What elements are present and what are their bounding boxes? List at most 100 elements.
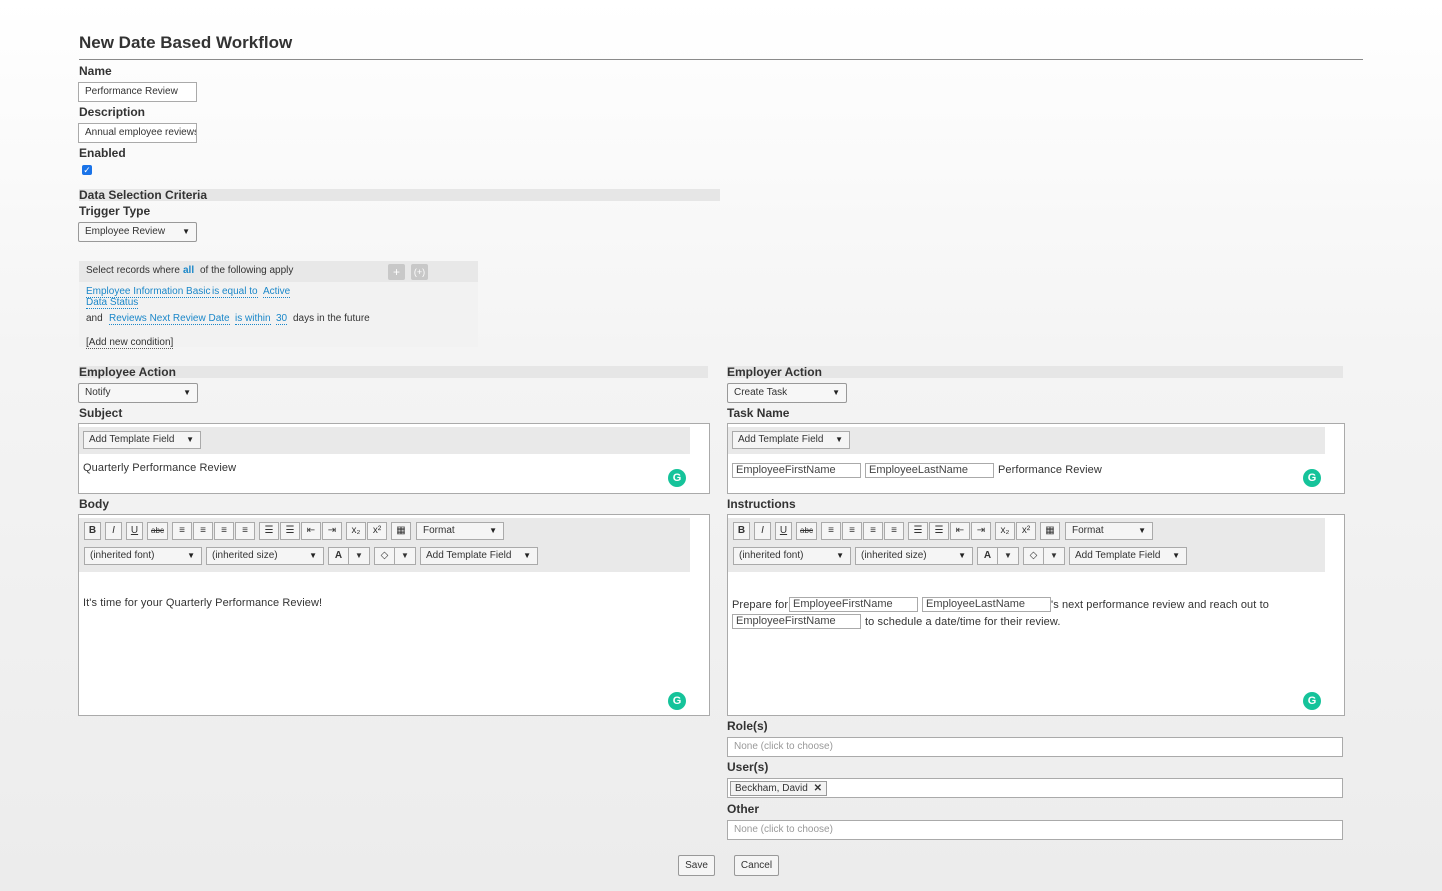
subject-add-template-field-select[interactable]: Add Template Field ▼ [83, 431, 201, 449]
highlight-color-icon[interactable]: ◇ [374, 547, 395, 565]
align-left-icon[interactable]: ≡ [172, 522, 192, 540]
outdent-icon[interactable]: ⇤ [950, 522, 970, 540]
font-family-select[interactable]: (inherited font) ▼ [84, 547, 202, 565]
employee-action-section-label: Employee Action [79, 366, 708, 378]
font-size-value: (inherited size) [212, 550, 278, 561]
remove-user-icon[interactable]: ✕ [814, 783, 822, 794]
instructions-editor[interactable]: B I U abc ≡ ≡ ≡ ≡ ☰ ☰ ⇤ ⇥ x₂ x² ▦ Format… [727, 514, 1345, 716]
bullet-list-icon[interactable]: ☰ [908, 522, 928, 540]
format-select[interactable]: Format ▼ [416, 522, 504, 540]
italic-button[interactable]: I [105, 522, 122, 540]
chevron-down-icon: ▼ [836, 551, 844, 560]
instructions-suffix[interactable]: to schedule a date/time for their review… [865, 616, 1060, 628]
underline-button[interactable]: U [775, 522, 792, 540]
instr-template-field-last-name[interactable]: EmployeeLastName [922, 597, 1051, 612]
outdent-icon[interactable]: ⇤ [301, 522, 321, 540]
strikethrough-button[interactable]: abc [796, 522, 817, 540]
task-template-field-last-name[interactable]: EmployeeLastName [865, 463, 994, 478]
bold-button[interactable]: B [84, 522, 101, 540]
subject-text[interactable]: Quarterly Performance Review [83, 462, 236, 474]
employee-action-select[interactable]: Notify ▼ [78, 383, 198, 403]
instructions-mid[interactable]: 's next performance review and reach out… [1051, 599, 1269, 611]
enabled-checkbox[interactable]: ✓ [82, 165, 92, 175]
cond2-field[interactable]: Reviews Next Review Date [109, 313, 230, 325]
numbered-list-icon[interactable]: ☰ [929, 522, 949, 540]
instructions-add-template-field-select[interactable]: Add Template Field ▼ [1069, 547, 1187, 565]
table-icon[interactable]: ▦ [1040, 522, 1060, 540]
users-label: User(s) [727, 760, 769, 774]
task-name-editor[interactable]: Add Template Field ▼ EmployeeFirstName E… [727, 423, 1345, 494]
superscript-icon[interactable]: x² [1016, 522, 1036, 540]
instr-template-field-first-name-2[interactable]: EmployeeFirstName [732, 614, 861, 629]
highlight-chevron-icon[interactable]: ▼ [394, 547, 416, 565]
body-add-template-field-select[interactable]: Add Template Field ▼ [420, 547, 538, 565]
subscript-icon[interactable]: x₂ [346, 522, 366, 540]
add-condition-icon[interactable]: + [388, 264, 405, 280]
justify-icon[interactable]: ≡ [884, 522, 904, 540]
cond2-operator[interactable]: is within [235, 313, 271, 325]
italic-button[interactable]: I [754, 522, 771, 540]
subject-toolbar: Add Template Field ▼ [79, 427, 690, 454]
superscript-icon[interactable]: x² [367, 522, 387, 540]
grammarly-icon[interactable]: G [1303, 692, 1321, 710]
cond1-operator[interactable]: is equal to [212, 286, 258, 298]
font-color-icon[interactable]: A [328, 547, 349, 565]
font-size-select[interactable]: (inherited size) ▼ [206, 547, 324, 565]
highlight-color-icon[interactable]: ◇ [1023, 547, 1044, 565]
grammarly-icon[interactable]: G [1303, 469, 1321, 487]
body-editor[interactable]: B I U abc ≡ ≡ ≡ ≡ ☰ ☰ ⇤ ⇥ x₂ x² ▦ Format… [78, 514, 710, 716]
roles-placeholder: None (click to choose) [734, 741, 833, 752]
trigger-type-select[interactable]: Employee Review ▼ [78, 222, 197, 242]
task-name-suffix[interactable]: Performance Review [998, 464, 1102, 476]
task-template-field-first-name[interactable]: EmployeeFirstName [732, 463, 861, 478]
employer-action-select[interactable]: Create Task ▼ [727, 383, 847, 403]
roles-picker[interactable]: None (click to choose) [727, 737, 1343, 757]
subject-editor[interactable]: Add Template Field ▼ Quarterly Performan… [78, 423, 710, 494]
add-group-icon[interactable]: (+) [411, 264, 428, 280]
cond1-field-line2[interactable]: Data Status [86, 297, 139, 309]
font-color-chevron-icon[interactable]: ▼ [348, 547, 370, 565]
cancel-button[interactable]: Cancel [734, 855, 779, 876]
enabled-label: Enabled [79, 146, 126, 160]
numbered-list-icon[interactable]: ☰ [280, 522, 300, 540]
other-picker[interactable]: None (click to choose) [727, 820, 1343, 840]
name-input[interactable]: Performance Review [78, 82, 197, 102]
highlight-chevron-icon[interactable]: ▼ [1043, 547, 1065, 565]
bold-button[interactable]: B [733, 522, 750, 540]
indent-icon[interactable]: ⇥ [322, 522, 342, 540]
align-right-icon[interactable]: ≡ [863, 522, 883, 540]
task-add-template-field-select[interactable]: Add Template Field ▼ [732, 431, 850, 449]
chevron-down-icon: ▼ [1138, 526, 1146, 535]
grammarly-icon[interactable]: G [668, 469, 686, 487]
format-select[interactable]: Format ▼ [1065, 522, 1153, 540]
body-text[interactable]: It's time for your Quarterly Performance… [83, 597, 322, 609]
bullet-list-icon[interactable]: ☰ [259, 522, 279, 540]
chevron-down-icon: ▼ [187, 551, 195, 560]
cond1-value[interactable]: Active [263, 286, 291, 298]
cond2-value[interactable]: 30 [276, 313, 288, 325]
instr-template-field-first-name[interactable]: EmployeeFirstName [789, 597, 918, 612]
criteria-all-link[interactable]: all [183, 265, 194, 276]
grammarly-icon[interactable]: G [668, 692, 686, 710]
align-right-icon[interactable]: ≡ [214, 522, 234, 540]
data-selection-section-label: Data Selection Criteria [79, 189, 720, 201]
justify-icon[interactable]: ≡ [235, 522, 255, 540]
align-center-icon[interactable]: ≡ [193, 522, 213, 540]
strikethrough-button[interactable]: abc [147, 522, 168, 540]
description-input[interactable]: Annual employee reviews [78, 123, 197, 143]
subscript-icon[interactable]: x₂ [995, 522, 1015, 540]
font-size-select[interactable]: (inherited size) ▼ [855, 547, 973, 565]
indent-icon[interactable]: ⇥ [971, 522, 991, 540]
table-icon[interactable]: ▦ [391, 522, 411, 540]
font-color-chevron-icon[interactable]: ▼ [997, 547, 1019, 565]
users-picker[interactable]: Beckham, David ✕ [727, 778, 1343, 798]
align-center-icon[interactable]: ≡ [842, 522, 862, 540]
font-family-select[interactable]: (inherited font) ▼ [733, 547, 851, 565]
save-button[interactable]: Save [678, 855, 715, 876]
user-chip[interactable]: Beckham, David ✕ [730, 781, 827, 796]
instructions-prefix[interactable]: Prepare for [732, 599, 788, 611]
align-left-icon[interactable]: ≡ [821, 522, 841, 540]
add-new-condition-link[interactable]: [Add new condition] [86, 337, 174, 349]
underline-button[interactable]: U [126, 522, 143, 540]
font-color-icon[interactable]: A [977, 547, 998, 565]
